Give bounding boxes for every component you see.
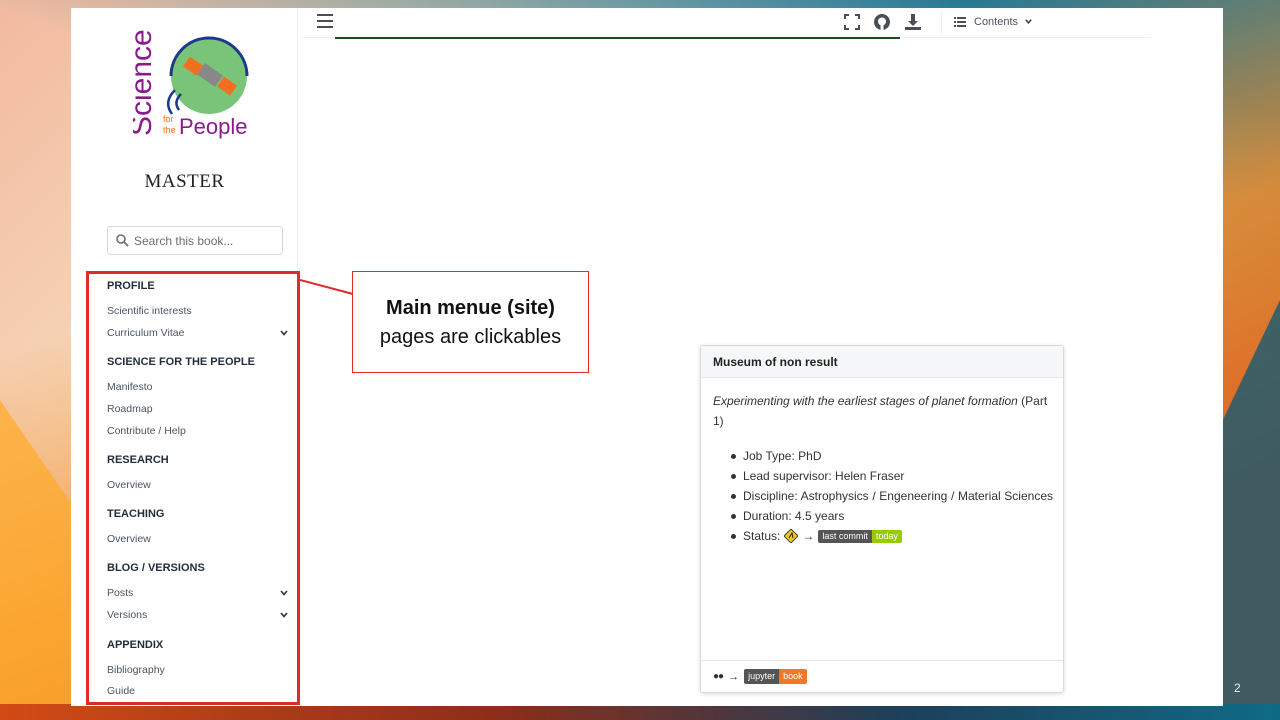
chevron-down-icon <box>1025 19 1032 24</box>
card-title: Museum of non result <box>713 355 838 369</box>
download-icon[interactable] <box>904 13 922 31</box>
slide-page-number: 2 <box>1234 681 1241 695</box>
reading-progress-bar <box>335 37 900 39</box>
nav-item-label: Contribute / Help <box>107 425 186 437</box>
nav-item-guide[interactable]: Guide <box>107 685 291 697</box>
slide-canvas: Science for the People MASTER PROFILE Sc… <box>71 8 1223 706</box>
svg-text:Science: Science <box>133 30 158 136</box>
card-intro: Experimenting with the earliest stages o… <box>713 391 1053 431</box>
callout-title: Main menue (site) <box>386 297 555 319</box>
arrow: → <box>728 670 740 683</box>
nav-item-roadmap[interactable]: Roadmap <box>107 403 291 415</box>
badge-value: book <box>779 669 807 684</box>
badge-label: last commit <box>818 529 872 543</box>
nav-item-label: Curriculum Vitae <box>107 327 185 339</box>
nav-item-scientific-interests[interactable]: Scientific interests <box>107 305 291 317</box>
background-strip <box>0 704 1280 720</box>
search-icon <box>116 234 129 247</box>
callout-connector <box>300 279 354 295</box>
search-input[interactable] <box>134 231 274 251</box>
menu-icon[interactable] <box>317 14 333 29</box>
eyes-icon: ●● <box>713 671 724 682</box>
list-item: Job Type: PhD <box>731 446 1053 466</box>
nav-item-label: Scientific interests <box>107 305 192 317</box>
chevron-down-icon[interactable] <box>279 588 289 598</box>
contents-dropdown[interactable]: Contents <box>941 10 1151 36</box>
nav-item-label: Bibliography <box>107 664 165 676</box>
list-item: Discipline: Astrophysics / Engeneering /… <box>731 486 1053 506</box>
nav-item-label: Versions <box>107 609 148 621</box>
nav-section-teaching: TEACHING <box>107 508 165 520</box>
nav-item-versions[interactable]: Versions <box>107 609 291 621</box>
callout-subtitle: pages are clickables <box>379 326 562 348</box>
card-details-list: Job Type: PhD Lead supervisor: Helen Fra… <box>731 446 1053 546</box>
nav-item-label: Manifesto <box>107 381 153 393</box>
svg-text:for: for <box>163 114 174 124</box>
nav-item-bibliography[interactable]: Bibliography <box>107 664 291 676</box>
card-intro-title: Experimenting with the earliest stages o… <box>713 394 1018 408</box>
card-header: Museum of non result <box>701 346 1063 378</box>
jupyter-book-badge[interactable]: jupyter book <box>744 669 807 684</box>
annotation-callout: Main menue (site) pages are clickables <box>352 271 589 373</box>
arrow: → <box>802 529 815 543</box>
nav-section-profile: PROFILE <box>107 280 155 292</box>
card-footer: ●● → jupyter book <box>701 660 1063 692</box>
nav-item-label: Overview <box>107 479 151 491</box>
construction-icon <box>784 529 799 543</box>
nav-item-curriculum-vitae[interactable]: Curriculum Vitae <box>107 327 291 339</box>
list-item: Duration: 4.5 years <box>731 506 1053 526</box>
last-commit-badge[interactable]: last commit today <box>818 529 902 543</box>
nav-item-contribute-help[interactable]: Contribute / Help <box>107 425 291 437</box>
nav-section-appendix: APPENDIX <box>107 639 164 651</box>
svg-text:People: People <box>179 114 248 139</box>
site-logo[interactable]: Science for the People <box>133 30 253 140</box>
chevron-down-icon[interactable] <box>279 328 289 338</box>
nav-item-label: Posts <box>107 587 134 599</box>
nav-item-label: Guide <box>107 685 136 697</box>
nav-section-science-for-the-people: SCIENCE FOR THE PEOPLE <box>107 356 255 368</box>
nav-item-label: Overview <box>107 533 151 545</box>
badge-label: jupyter <box>744 669 780 684</box>
contents-label: Contents <box>974 16 1019 28</box>
nav-item-research-overview[interactable]: Overview <box>107 479 291 491</box>
status-label: Status: <box>743 529 781 543</box>
nav-item-posts[interactable]: Posts <box>107 587 291 599</box>
nav-section-blog-versions: BLOG / VERSIONS <box>107 562 205 574</box>
badge-value: today <box>871 529 902 543</box>
search-box[interactable] <box>107 226 283 255</box>
nav-item-teaching-overview[interactable]: Overview <box>107 533 291 545</box>
project-card: Museum of non result Experimenting with … <box>700 345 1064 693</box>
list-icon <box>954 17 966 27</box>
github-icon[interactable] <box>873 13 891 31</box>
nav-section-research: RESEARCH <box>107 454 169 466</box>
fullscreen-icon[interactable] <box>843 13 861 31</box>
svg-text:the: the <box>163 125 176 135</box>
nav-item-manifesto[interactable]: Manifesto <box>107 381 291 393</box>
nav-item-label: Roadmap <box>107 403 153 415</box>
list-item: Status: → last commit today <box>731 526 1053 546</box>
chevron-down-icon[interactable] <box>279 610 289 620</box>
list-item: Lead supervisor: Helen Fraser <box>731 466 1053 486</box>
site-title: MASTER <box>144 171 225 192</box>
